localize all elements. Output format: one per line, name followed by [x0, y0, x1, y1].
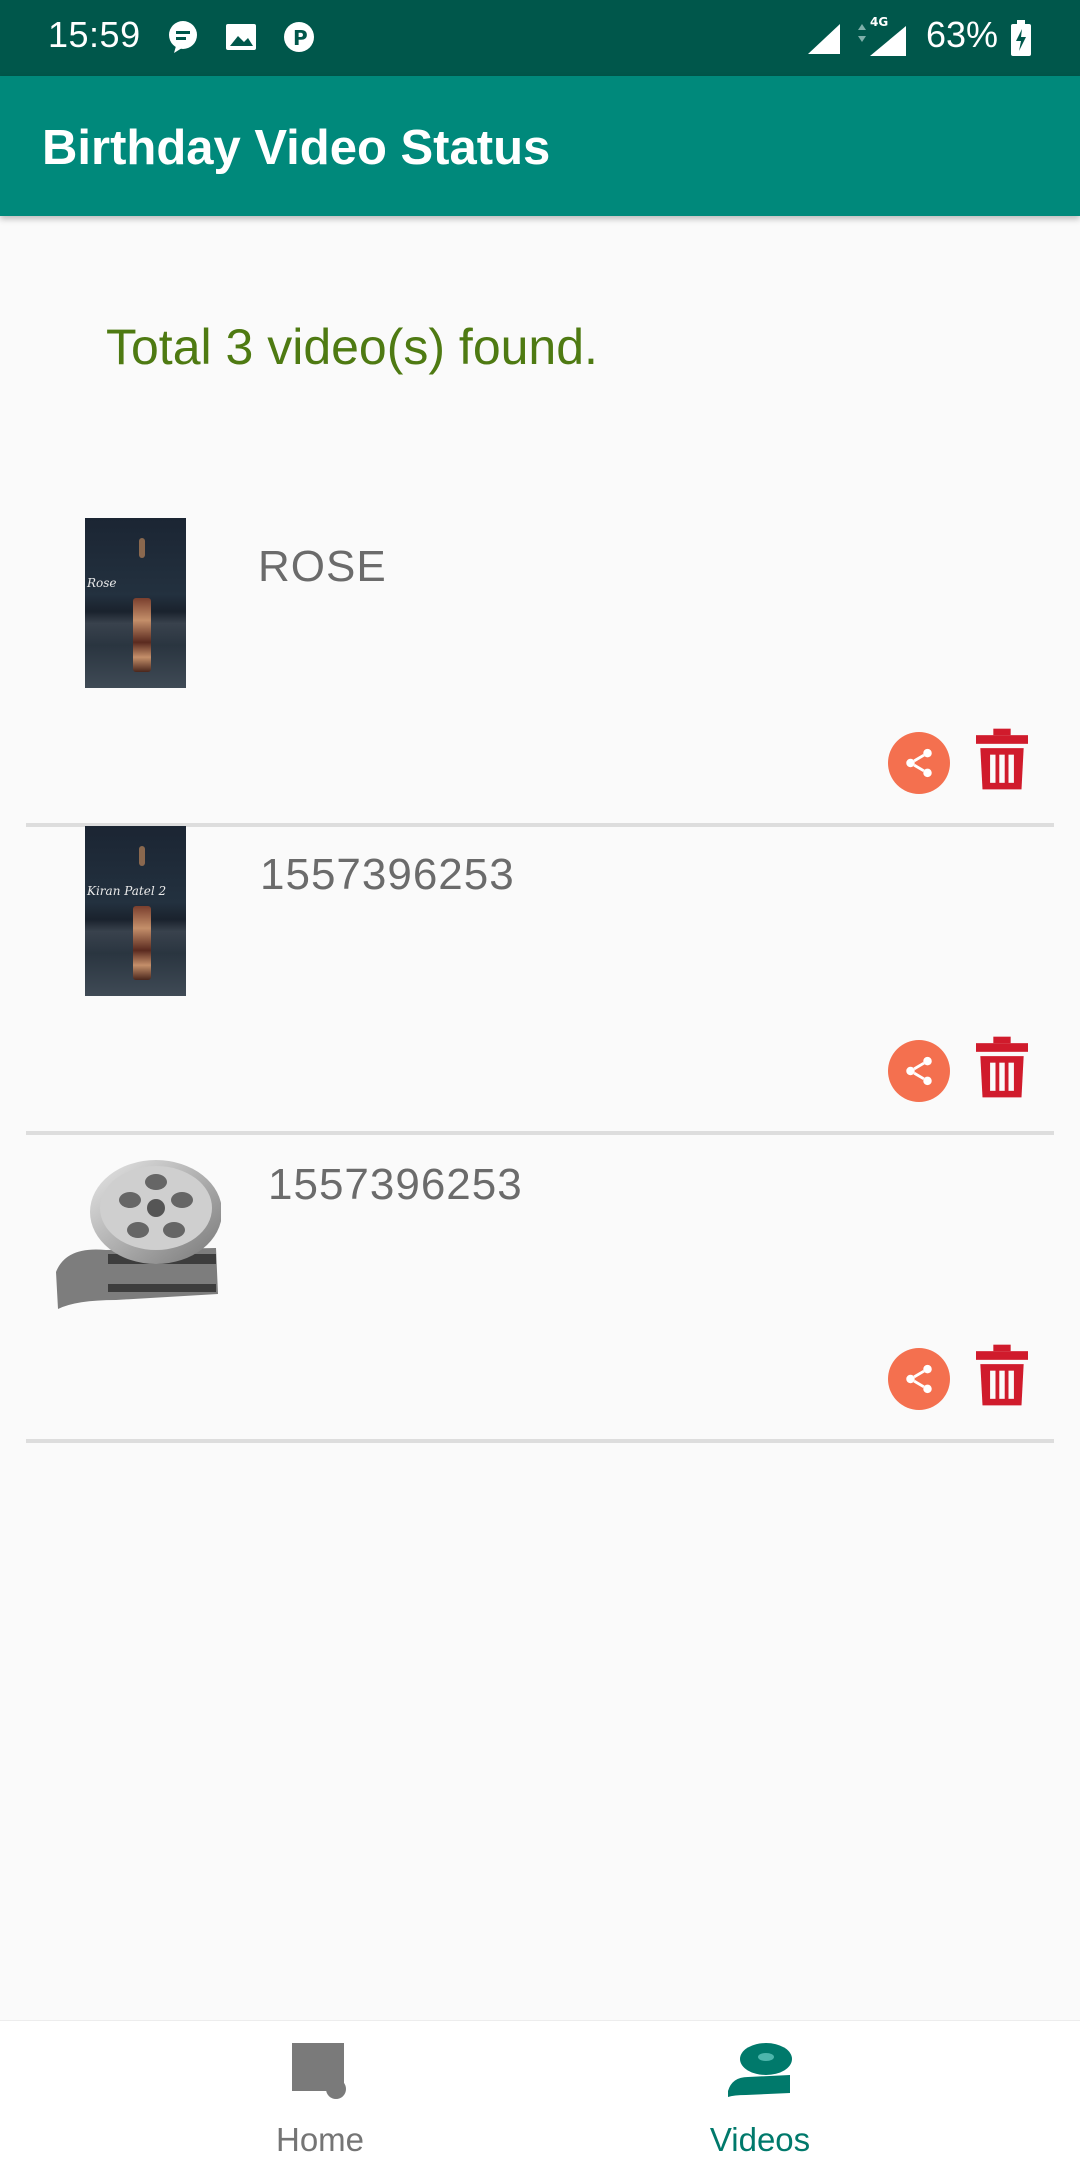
- video-list-item[interactable]: Rose ROSE: [26, 518, 1054, 827]
- battery-charging-icon: [1011, 20, 1031, 56]
- battery-percentage: 63%: [926, 14, 999, 55]
- video-thumbnail[interactable]: Rose: [85, 518, 186, 688]
- delete-trash-icon[interactable]: [976, 1344, 1028, 1406]
- nav-videos[interactable]: Videos: [490, 2021, 1030, 2161]
- share-button[interactable]: [888, 1348, 950, 1410]
- videos-reel-icon: [728, 2043, 792, 2097]
- video-list-item[interactable]: 1557396253: [26, 1134, 1054, 1443]
- video-title: ROSE: [258, 542, 387, 591]
- thumbnail-caption: Kiran Patel 2: [87, 884, 167, 898]
- mobile-data-4g-icon: 4G: [858, 15, 906, 56]
- thumbnail-caption: Rose: [87, 576, 117, 590]
- app-bar: Birthday Video Status: [0, 76, 1080, 216]
- image-notification-icon: [226, 24, 256, 50]
- status-time: 15:59: [48, 14, 141, 55]
- status-bar: 15:59 P 4G 63%: [0, 0, 1080, 76]
- video-title: 1557396253: [260, 850, 515, 899]
- thumbnail-cake: [133, 906, 151, 980]
- film-reel-icon[interactable]: [56, 1154, 221, 1309]
- message-notification-icon: [169, 21, 197, 53]
- share-icon: [906, 1364, 932, 1394]
- paytm-notification-icon: P: [284, 22, 314, 52]
- app-title: Birthday Video Status: [42, 121, 551, 175]
- share-icon: [906, 748, 932, 778]
- bottom-navigation: Home Videos: [0, 2020, 1080, 2161]
- thumbnail-candle: [139, 846, 145, 866]
- svg-text:4G: 4G: [870, 15, 888, 29]
- delete-trash-icon[interactable]: [976, 1036, 1028, 1098]
- share-icon: [906, 1056, 932, 1086]
- thumbnail-candle: [139, 538, 145, 558]
- videos-found-summary: Total 3 video(s) found.: [106, 319, 598, 375]
- share-button[interactable]: [888, 1040, 950, 1102]
- video-list-item[interactable]: Kiran Patel 2 1557396253: [26, 826, 1054, 1135]
- video-thumbnail[interactable]: Kiran Patel 2: [85, 826, 186, 996]
- delete-trash-icon[interactable]: [976, 728, 1028, 790]
- thumbnail-cake: [133, 598, 151, 672]
- svg-text:P: P: [293, 26, 308, 50]
- video-title: 1557396253: [268, 1160, 523, 1209]
- share-button[interactable]: [888, 732, 950, 794]
- signal-strength-icon: [808, 24, 840, 54]
- home-icon: [292, 2043, 346, 2099]
- nav-videos-label: Videos: [709, 2121, 811, 2158]
